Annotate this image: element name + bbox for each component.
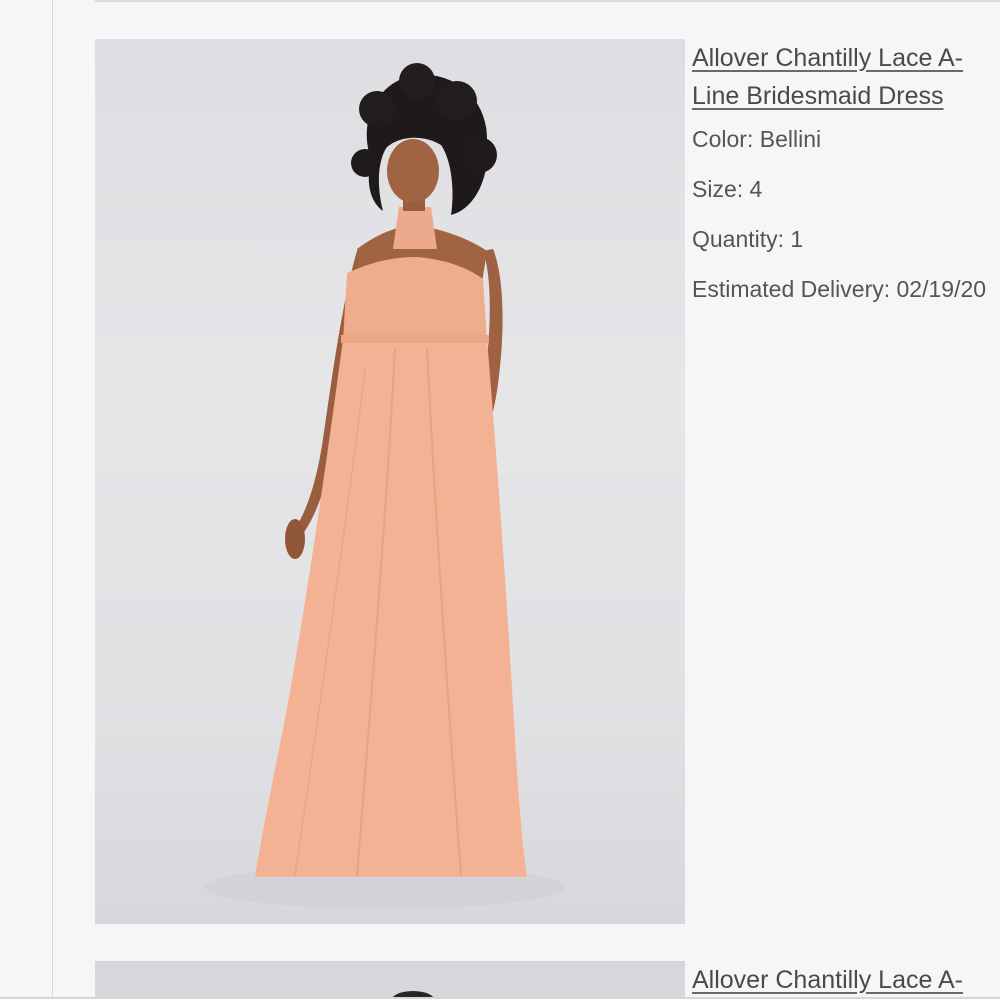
item-details: Allover Chantilly Lace A-Line Bridesmaid… [692, 39, 1000, 307]
model-illustration-partial [391, 991, 435, 999]
item-color: Color: Bellini [692, 126, 822, 152]
item-estimated-delivery: Estimated Delivery: 02/19/20 [692, 276, 987, 302]
top-divider [95, 0, 1000, 2]
product-image[interactable] [95, 961, 685, 999]
product-image[interactable] [95, 39, 685, 924]
order-items-page: Allover Chantilly Lace A-Line Bridesmaid… [0, 0, 1000, 999]
item-quantity: Quantity: 1 [692, 226, 804, 252]
item-details: Allover Chantilly Lace A- [692, 961, 1000, 999]
model-in-dress-illustration [205, 63, 565, 909]
order-item: Allover Chantilly Lace A- [95, 961, 1000, 999]
item-size: Size: 4 [692, 176, 763, 202]
order-item: Allover Chantilly Lace A-Line Bridesmaid… [95, 39, 1000, 929]
product-title-link[interactable]: Allover Chantilly Lace A- [692, 961, 992, 999]
left-divider [52, 0, 53, 999]
product-title-link[interactable]: Allover Chantilly Lace A-Line Bridesmaid… [692, 39, 992, 115]
